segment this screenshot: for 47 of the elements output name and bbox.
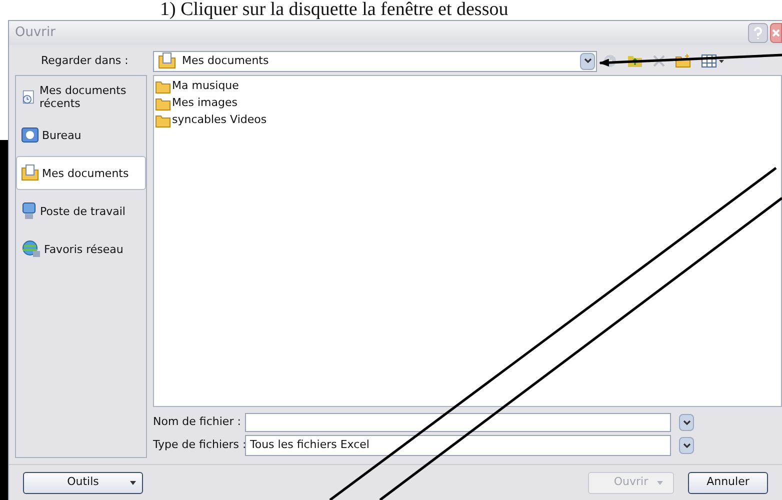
places-label: Mes documents (42, 166, 129, 180)
file-type-label: Type de fichiers : (153, 437, 245, 454)
caret-icon (657, 480, 663, 484)
dropdown-button[interactable] (679, 414, 694, 431)
places-item[interactable]: Bureau (16, 118, 146, 152)
documents-folder-icon (21, 164, 39, 182)
look-in-label: Regarder dans : (40, 52, 130, 69)
file-name: Ma musique (172, 78, 239, 94)
places-label: Poste de travail (40, 204, 126, 218)
tools-button[interactable]: Outils (23, 472, 143, 494)
file-name: syncables Videos (172, 112, 267, 128)
file-item[interactable]: Ma musique (155, 78, 781, 95)
computer-icon (21, 202, 37, 220)
places-item[interactable]: Poste de travail (16, 194, 146, 228)
dropdown-button[interactable] (580, 52, 595, 70)
window-title: Ouvrir (15, 24, 56, 42)
globe-computer-icon (21, 240, 41, 258)
cancel-button[interactable]: Annuler (688, 472, 768, 494)
chevron-icon (682, 420, 690, 426)
chevron-icon (584, 58, 592, 64)
look-in-dropdown[interactable]: Mes documents (153, 50, 597, 72)
caption-text: 1) Cliquer sur la disquette la fenêtre et dessou (160, 0, 508, 20)
documents-folder-icon (158, 52, 176, 70)
folder-icon (155, 114, 171, 128)
caret-icon (130, 480, 136, 484)
file-item[interactable]: Mes images (155, 95, 781, 112)
close-button[interactable] (770, 23, 782, 43)
file-name-field[interactable] (245, 413, 671, 432)
close-icon (772, 28, 780, 38)
places-label: Mes documents récents (39, 84, 128, 110)
folder-icon (155, 96, 171, 110)
file-item[interactable]: syncables Videos (155, 112, 781, 129)
places-item[interactable]: Mes documents (16, 156, 146, 190)
file-name-label: Nom de fichier : (153, 414, 242, 430)
look-in-value: Mes documents (182, 52, 270, 69)
file-name: Mes images (172, 95, 238, 112)
dropdown-button[interactable] (679, 437, 694, 454)
file-type-dropdown[interactable]: Tous les fichiers Excel (245, 435, 671, 456)
places-item[interactable]: Favoris réseau (16, 232, 146, 266)
question-mark-icon (754, 27, 762, 39)
places-label: Bureau (42, 128, 82, 142)
folder-icon (155, 80, 171, 94)
places-label: Favoris réseau (44, 242, 124, 256)
desktop-icon (21, 126, 39, 144)
chevron-icon (682, 442, 690, 448)
places-item[interactable]: Mes documents récents (16, 80, 146, 114)
file-type-value: Tous les fichiers Excel (250, 437, 370, 454)
